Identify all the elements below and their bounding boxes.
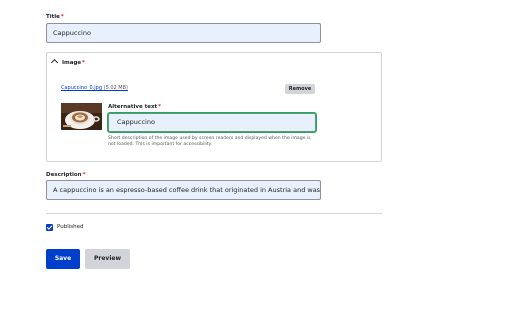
title-label: Title* (46, 14, 64, 20)
cappuccino-image (61, 103, 102, 130)
alt-text-input[interactable]: Cappuccino (108, 113, 316, 132)
alt-text-label: Alternative text* (108, 104, 162, 110)
save-button[interactable]: Save (46, 249, 80, 269)
alt-text-help: Short description of the image used by s… (108, 136, 311, 147)
description-label: Description* (46, 172, 86, 178)
description-input[interactable]: A cappuccino is an espresso-based coffee… (46, 180, 321, 200)
image-thumbnail (61, 103, 102, 130)
divider (46, 213, 382, 214)
preview-button[interactable]: Preview (85, 249, 130, 269)
image-file-link[interactable]: Capuccino_0.jpg (5.02 MB) (61, 85, 128, 92)
title-input[interactable]: Cappuccino (46, 23, 321, 43)
remove-button[interactable]: Remove (285, 84, 315, 94)
file-size: (5.02 MB) (103, 85, 128, 91)
image-summary-toggle[interactable]: Image* (50, 58, 85, 67)
published-checkbox[interactable] (46, 224, 53, 231)
published-label: Published (57, 224, 84, 230)
checkmark-icon (46, 225, 53, 230)
chevron-up-icon (50, 58, 59, 67)
